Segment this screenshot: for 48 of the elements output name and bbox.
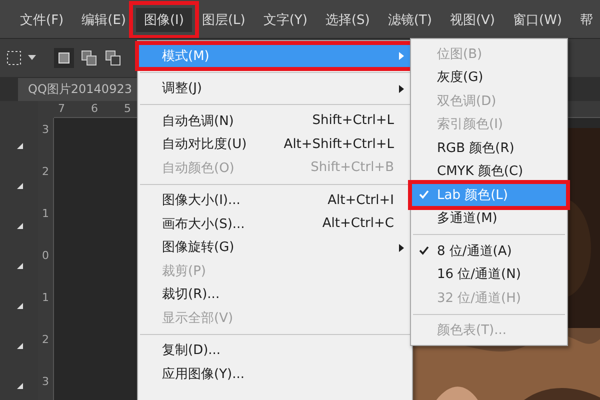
ruler-number: 2 (42, 164, 49, 179)
tool-icon[interactable] (15, 301, 23, 309)
menu-item[interactable]: 8 位/通道(A) (411, 239, 567, 262)
menu-bar-item[interactable]: 文字(Y) (255, 8, 316, 32)
menu-item[interactable]: 图像旋转(G) (138, 236, 412, 259)
ruler-number: 1 (42, 206, 49, 221)
menu-item[interactable]: 多通道(M) (411, 206, 567, 230)
ruler-number: 1 (42, 290, 49, 305)
checkmark-icon (419, 190, 429, 199)
tool-icon[interactable] (15, 341, 23, 349)
menu-bar-item[interactable]: 编辑(E) (74, 8, 134, 32)
menu-item[interactable]: 自动对比度(U) Alt+Shift+Ctrl+L (138, 132, 412, 156)
subtract-selection-icon[interactable] (104, 49, 122, 67)
menu-bar-item[interactable]: 图像(I) (136, 8, 192, 32)
ruler-number: 7 (58, 101, 65, 117)
menu-item[interactable]: 16 位/通道(N) (411, 262, 567, 286)
menu-bar-item[interactable]: 文件(F) (12, 8, 72, 32)
menu-item[interactable]: 图像大小(I)... Alt+Ctrl+I (138, 188, 412, 212)
new-selection-icon[interactable] (54, 48, 74, 68)
tool-icon[interactable] (15, 261, 23, 269)
caret-icon[interactable] (28, 55, 36, 61)
menu-item[interactable]: 画布大小(S)... Alt+Ctrl+C (138, 212, 412, 236)
menu-bar-item[interactable]: 帮 (572, 8, 600, 32)
menu-bar-item[interactable]: 滤镜(T) (380, 8, 440, 32)
marquee-icon[interactable] (6, 50, 22, 66)
menu-item[interactable]: 灰度(G) (411, 66, 567, 89)
ruler-number: 3 (42, 122, 49, 137)
tool-icon[interactable] (15, 221, 23, 229)
add-selection-icon[interactable] (80, 49, 98, 67)
ruler-number: 0 (42, 248, 49, 263)
menu-bar-item[interactable]: 窗口(W) (505, 8, 570, 32)
menu-item[interactable]: 复制(D)... (138, 338, 412, 362)
ruler-number: 5 (124, 101, 131, 117)
menu-item[interactable]: CMYK 颜色(C) (411, 160, 567, 183)
tool-icon[interactable] (15, 141, 23, 149)
menu-item[interactable]: 应用图像(Y)... (138, 362, 412, 386)
tool-icon[interactable] (15, 181, 23, 189)
menu-bar-item[interactable]: 视图(V) (442, 8, 503, 32)
ruler-number: 3 (42, 374, 49, 389)
tool-icon[interactable] (15, 381, 23, 389)
checkmark-icon (419, 246, 429, 255)
menu-item[interactable]: 自动色调(N) Shift+Ctrl+L (138, 109, 412, 132)
menu-bar-item[interactable]: 选择(S) (317, 8, 378, 32)
menu-item[interactable]: RGB 颜色(R) (411, 136, 567, 160)
menu-item[interactable]: 裁切(R)... (138, 282, 412, 306)
ruler-number: 6 (91, 101, 98, 117)
menu-bar-item[interactable]: 图层(L) (194, 8, 254, 32)
ruler-number: 2 (42, 332, 49, 347)
